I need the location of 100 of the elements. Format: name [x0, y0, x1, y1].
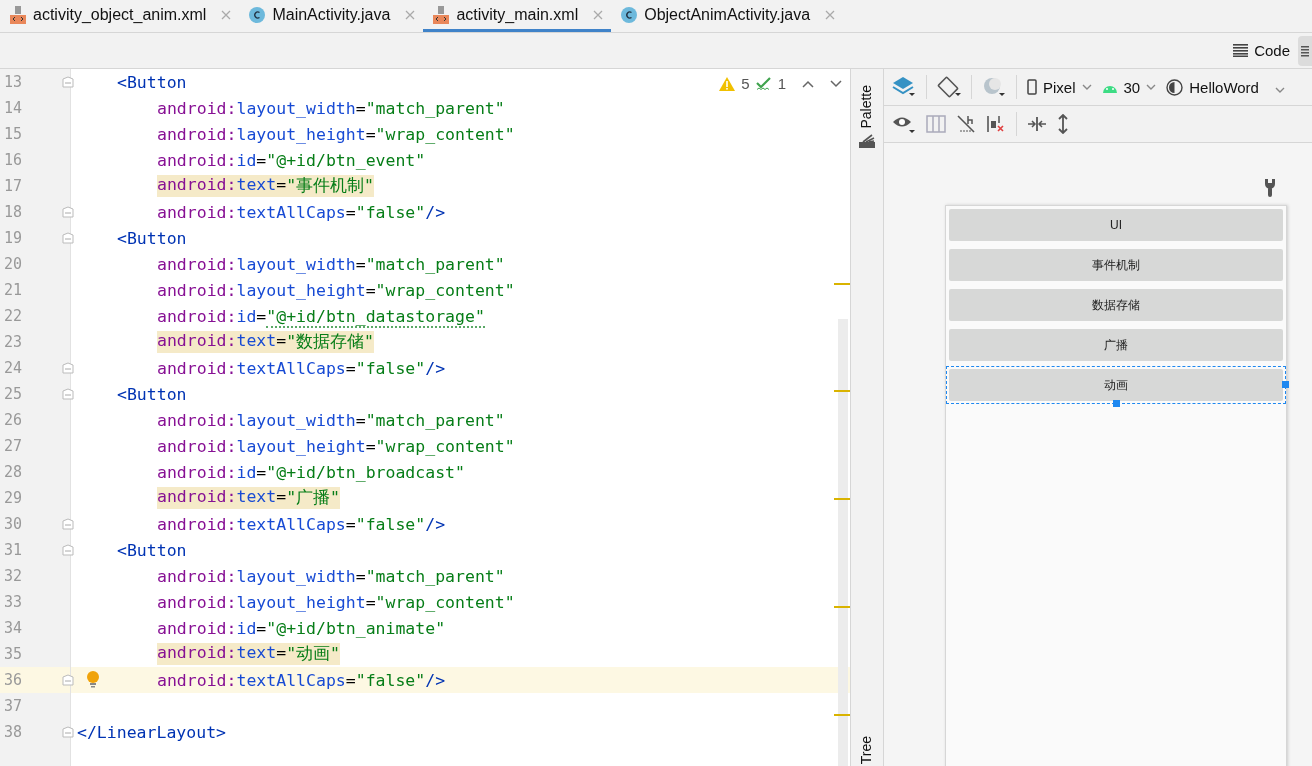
warning-marker[interactable] — [834, 283, 850, 285]
file-tab[interactable]: activity_object_anim.xml — [0, 0, 240, 32]
line-number: 15 — [3, 125, 24, 143]
warning-marker[interactable] — [834, 498, 850, 500]
preview-button[interactable]: UI — [946, 206, 1286, 244]
line-number: 16 — [3, 151, 24, 169]
lines-icon — [1301, 44, 1309, 57]
theme-dropdown[interactable]: HelloWord — [1166, 78, 1285, 96]
file-tab[interactable]: activity_main.xml — [423, 0, 612, 32]
code-line: android:layout_width="match_parent" — [157, 566, 505, 586]
code-line: android:layout_height="wrap_content" — [157, 280, 515, 300]
preview-button[interactable]: 动画 — [946, 366, 1286, 404]
line-number: 22 — [3, 307, 24, 325]
line-number: 25 — [3, 385, 24, 403]
line-number: 36 — [3, 671, 24, 689]
vertical-expand-icon[interactable] — [1057, 114, 1069, 134]
file-tab[interactable]: MainActivity.java — [239, 0, 424, 32]
chevron-down-icon — [1274, 86, 1285, 93]
clear-constraints-icon[interactable] — [986, 114, 1006, 134]
chevron-down-icon[interactable] — [830, 79, 842, 88]
fold-marker-icon[interactable] — [62, 362, 74, 374]
line-number: 26 — [3, 411, 24, 429]
resize-handle[interactable] — [1282, 381, 1289, 388]
fold-marker-icon[interactable] — [62, 206, 74, 218]
chevron-down-icon — [1081, 84, 1092, 90]
wrench-icon[interactable] — [1264, 179, 1276, 197]
fold-marker-icon[interactable] — [62, 544, 74, 556]
fold-marker-icon[interactable] — [62, 76, 74, 88]
fold-marker-icon[interactable] — [62, 388, 74, 400]
code-line: android:textAllCaps="false"/> — [157, 514, 446, 534]
close-icon[interactable] — [825, 9, 836, 20]
line-number: 31 — [3, 541, 24, 559]
phone-icon — [1027, 79, 1037, 95]
api-level-dropdown[interactable]: 30 — [1101, 78, 1157, 96]
split-view-button[interactable] — [1298, 35, 1312, 66]
xml-file-icon — [433, 5, 450, 24]
line-number: 23 — [3, 333, 24, 351]
lightbulb-icon[interactable] — [86, 671, 100, 689]
line-number: 32 — [3, 567, 24, 585]
columns-icon[interactable] — [926, 115, 946, 133]
layers-icon[interactable] — [892, 77, 916, 97]
chevron-up-icon[interactable] — [802, 79, 814, 88]
horizontal-align-icon[interactable] — [1027, 116, 1047, 132]
warning-marker[interactable] — [834, 606, 850, 608]
warning-count: 5 — [741, 75, 750, 92]
code-line: android:layout_height="wrap_content" — [157, 124, 515, 144]
device-dropdown[interactable]: Pixel — [1027, 78, 1092, 96]
palette-icon[interactable] — [859, 134, 875, 148]
code-line: </LinearLayout> — [77, 722, 226, 742]
component-tree-tab[interactable]: Tree — [858, 735, 874, 764]
code-view-button[interactable]: Code — [1225, 42, 1298, 59]
warning-marker[interactable] — [834, 390, 850, 392]
code-line: <Button — [117, 540, 187, 560]
typo-count: 1 — [777, 75, 786, 92]
resize-handle[interactable] — [1113, 400, 1120, 407]
code-line: android:textAllCaps="false"/> — [157, 358, 446, 378]
chevron-down-icon — [1146, 84, 1157, 90]
file-tab[interactable]: ObjectAnimActivity.java — [611, 0, 844, 32]
preview-button[interactable]: 事件机制 — [946, 246, 1286, 284]
line-number: 18 — [3, 203, 24, 221]
line-number: 38 — [3, 723, 24, 741]
code-line: android:id="@+id/btn_animate" — [157, 618, 446, 638]
class-file-icon — [621, 6, 638, 23]
xml-file-icon — [10, 5, 26, 24]
warning-marker[interactable] — [834, 714, 850, 716]
tab-label: MainActivity.java — [272, 5, 391, 24]
close-icon[interactable] — [593, 9, 604, 20]
line-number: 24 — [3, 359, 24, 377]
magnet-off-icon[interactable] — [956, 114, 976, 134]
code-line: android:textAllCaps="false"/> — [157, 670, 446, 690]
warning-icon[interactable] — [719, 76, 736, 91]
fold-marker-icon[interactable] — [62, 674, 74, 686]
preview-button[interactable]: 数据存储 — [946, 286, 1286, 324]
fold-marker-icon[interactable] — [62, 726, 74, 738]
line-number: 28 — [3, 463, 24, 481]
close-icon[interactable] — [221, 9, 232, 20]
theme-icon — [1166, 78, 1184, 96]
night-mode-icon[interactable] — [982, 76, 1006, 98]
line-number: 37 — [3, 697, 24, 715]
line-number: 19 — [3, 229, 24, 247]
tab-label: activity_main.xml — [456, 5, 579, 24]
rotate-icon[interactable] — [937, 76, 961, 98]
line-number: 34 — [3, 619, 24, 637]
code-line: android:layout_width="match_parent" — [157, 410, 505, 430]
line-number: 20 — [3, 255, 24, 273]
line-number: 35 — [3, 645, 24, 663]
fold-marker-icon[interactable] — [62, 518, 74, 530]
code-line: android:id="@+id/btn_broadcast" — [157, 462, 465, 482]
palette-tab[interactable]: Palette — [858, 85, 874, 129]
line-number: 29 — [3, 489, 24, 507]
preview-button[interactable]: 广播 — [946, 326, 1286, 364]
fold-marker-icon[interactable] — [62, 232, 74, 244]
close-icon[interactable] — [405, 9, 416, 20]
code-line: <Button — [117, 72, 187, 92]
typo-check-icon[interactable] — [755, 76, 772, 91]
line-number: 14 — [3, 99, 24, 117]
line-number: 17 — [3, 177, 24, 195]
lines-icon — [1233, 44, 1249, 57]
code-line: android:id="@+id/btn_datastorage" — [157, 306, 485, 326]
code-line: android:textAllCaps="false"/> — [157, 202, 446, 222]
